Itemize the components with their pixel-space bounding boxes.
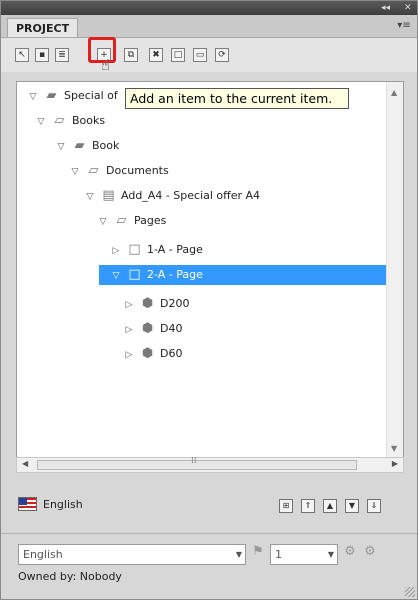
- collapsed-arrow-icon[interactable]: ▷: [123, 295, 135, 315]
- close-panel-icon[interactable]: ✕: [404, 2, 412, 14]
- tree-node[interactable]: ▽ ▱ Documents: [69, 161, 169, 181]
- tree-node[interactable]: ▽ ▤ Add_A4 - Special offer A4: [84, 186, 261, 207]
- duplicate-icon[interactable]: ⧉: [124, 48, 138, 62]
- scroll-right-icon[interactable]: ▶: [392, 459, 398, 468]
- save-icon[interactable]: ▪: [35, 48, 49, 62]
- page-icon: □: [128, 267, 141, 282]
- page-icon: □: [128, 242, 141, 257]
- delete-icon[interactable]: ✖: [149, 48, 163, 62]
- tree-node-label: 2-A - Page: [147, 268, 203, 281]
- tree-node[interactable]: ▷ ⬢ D40: [123, 319, 183, 340]
- tree-node-label: D40: [160, 322, 183, 335]
- expand-arrow-icon[interactable]: ▽: [84, 187, 96, 207]
- sync-icon[interactable]: ⚙: [342, 544, 358, 562]
- hand-cursor-icon: ☝: [101, 56, 111, 74]
- tree-toggle-icon[interactable]: ⊞: [279, 499, 293, 513]
- chevron-down-icon[interactable]: ▼: [236, 545, 242, 564]
- move-down-icon[interactable]: ▼: [345, 499, 359, 513]
- settings-icon[interactable]: ⚙: [362, 544, 378, 562]
- collapsed-arrow-icon[interactable]: ▷: [123, 345, 135, 365]
- horizontal-scrollbar[interactable]: ◀ ⁞⁞ ▶: [16, 456, 404, 473]
- vertical-scrollbar[interactable]: ▲ ▼: [386, 82, 403, 457]
- select-icon[interactable]: ↖: [15, 48, 29, 62]
- tree-node[interactable]: ▽ ▱ Books: [35, 111, 106, 132]
- us-flag-icon: [18, 497, 37, 511]
- page-select[interactable]: 1 ▼: [270, 544, 338, 565]
- expand-arrow-icon[interactable]: ▽: [69, 162, 81, 182]
- tree-node[interactable]: ▷ □ 1-A - Page: [110, 240, 203, 260]
- expand-all-icon[interactable]: ⇓: [367, 499, 381, 513]
- tree-node[interactable]: ▽ ▰ Special of: [27, 86, 118, 106]
- tree-node-label: Documents: [106, 164, 169, 177]
- properties-icon[interactable]: ≣: [55, 48, 69, 62]
- expand-arrow-icon[interactable]: ▽: [27, 87, 39, 107]
- product-icon: ⬢: [141, 346, 154, 361]
- language-row: English ⊞ ⇑ ▲ ▼ ⇓: [1, 479, 417, 519]
- collapse-all-icon[interactable]: ⇑: [301, 499, 315, 513]
- move-up-icon[interactable]: ▲: [323, 499, 337, 513]
- tree-node-label: D200: [160, 297, 190, 310]
- tree-node[interactable]: ▽ ▱ Pages: [97, 211, 167, 232]
- tab-row: PROJECT ▾≡: [1, 15, 417, 38]
- tree-node-label: Book: [92, 139, 120, 152]
- blank-page-icon[interactable]: □: [171, 48, 185, 62]
- tree-node-label: Books: [72, 114, 106, 127]
- owner-label: Owned by: Nobody: [18, 570, 122, 583]
- toolbar: ↖ ▪ ≣ + ⧉ ✖ □ ▭ ⟳: [1, 38, 417, 72]
- layout-icon[interactable]: ▭: [193, 48, 207, 62]
- panel-title-strip: ◂◂ ✕: [1, 1, 417, 15]
- scroll-left-icon[interactable]: ◀: [22, 459, 28, 468]
- refresh-icon[interactable]: ⟳: [215, 48, 229, 62]
- tree-node-label: 1-A - Page: [147, 243, 203, 256]
- scrollbar-thumb[interactable]: [37, 460, 357, 470]
- tree-node-label: Add_A4 - Special offer A4: [121, 189, 261, 202]
- tree-node-label: Pages: [134, 214, 167, 227]
- expand-arrow-icon[interactable]: ▽: [35, 112, 47, 132]
- tree-node[interactable]: ▽ ▰ Book: [55, 136, 120, 157]
- language-label: English: [43, 498, 83, 511]
- project-icon: ▰: [46, 88, 57, 103]
- panel-menu-icon[interactable]: ▾≡: [397, 20, 411, 32]
- language-select[interactable]: English ▼: [18, 544, 246, 565]
- book-icon: ▰: [74, 138, 85, 153]
- folder-icon: ▱: [54, 113, 65, 128]
- chevron-down-icon[interactable]: ▼: [328, 545, 334, 564]
- scroll-down-icon[interactable]: ▼: [391, 444, 397, 453]
- tree-node-selected[interactable]: ▽ □ 2-A - Page: [99, 265, 399, 285]
- tab-project[interactable]: PROJECT: [7, 18, 79, 37]
- project-tree: ▽ ▰ Special of ▽ ▱ Books ▽ ▰ Book ▽ ▱ Do…: [16, 81, 404, 458]
- folder-icon: ▱: [116, 213, 127, 228]
- product-icon: ⬢: [141, 296, 154, 311]
- product-icon: ⬢: [141, 321, 154, 336]
- resize-grip-icon[interactable]: [405, 587, 415, 597]
- divider: [1, 533, 417, 534]
- page-select-value: 1: [275, 548, 282, 561]
- collapsed-arrow-icon[interactable]: ▷: [110, 241, 122, 261]
- expand-arrow-icon[interactable]: ▽: [55, 137, 67, 157]
- collapse-panel-icon[interactable]: ◂◂: [381, 2, 390, 14]
- language-select-value: English: [23, 548, 63, 561]
- tree-node[interactable]: ▷ ⬢ D200: [123, 294, 190, 315]
- tree-node-label: Special of: [64, 89, 118, 102]
- flag-marker-icon[interactable]: ⚑: [250, 544, 266, 562]
- tree-node-label: D60: [160, 347, 183, 360]
- expand-arrow-icon[interactable]: ▽: [110, 266, 122, 286]
- scrollbar-grip-icon: ⁞⁞: [191, 456, 197, 466]
- tree-node[interactable]: ▷ ⬢ D60: [123, 344, 183, 365]
- document-icon: ▤: [102, 188, 115, 203]
- collapsed-arrow-icon[interactable]: ▷: [123, 320, 135, 340]
- expand-arrow-icon[interactable]: ▽: [97, 212, 109, 232]
- folder-icon: ▱: [88, 163, 99, 178]
- tooltip: Add an item to the current item.: [125, 88, 349, 109]
- scroll-up-icon[interactable]: ▲: [391, 88, 397, 97]
